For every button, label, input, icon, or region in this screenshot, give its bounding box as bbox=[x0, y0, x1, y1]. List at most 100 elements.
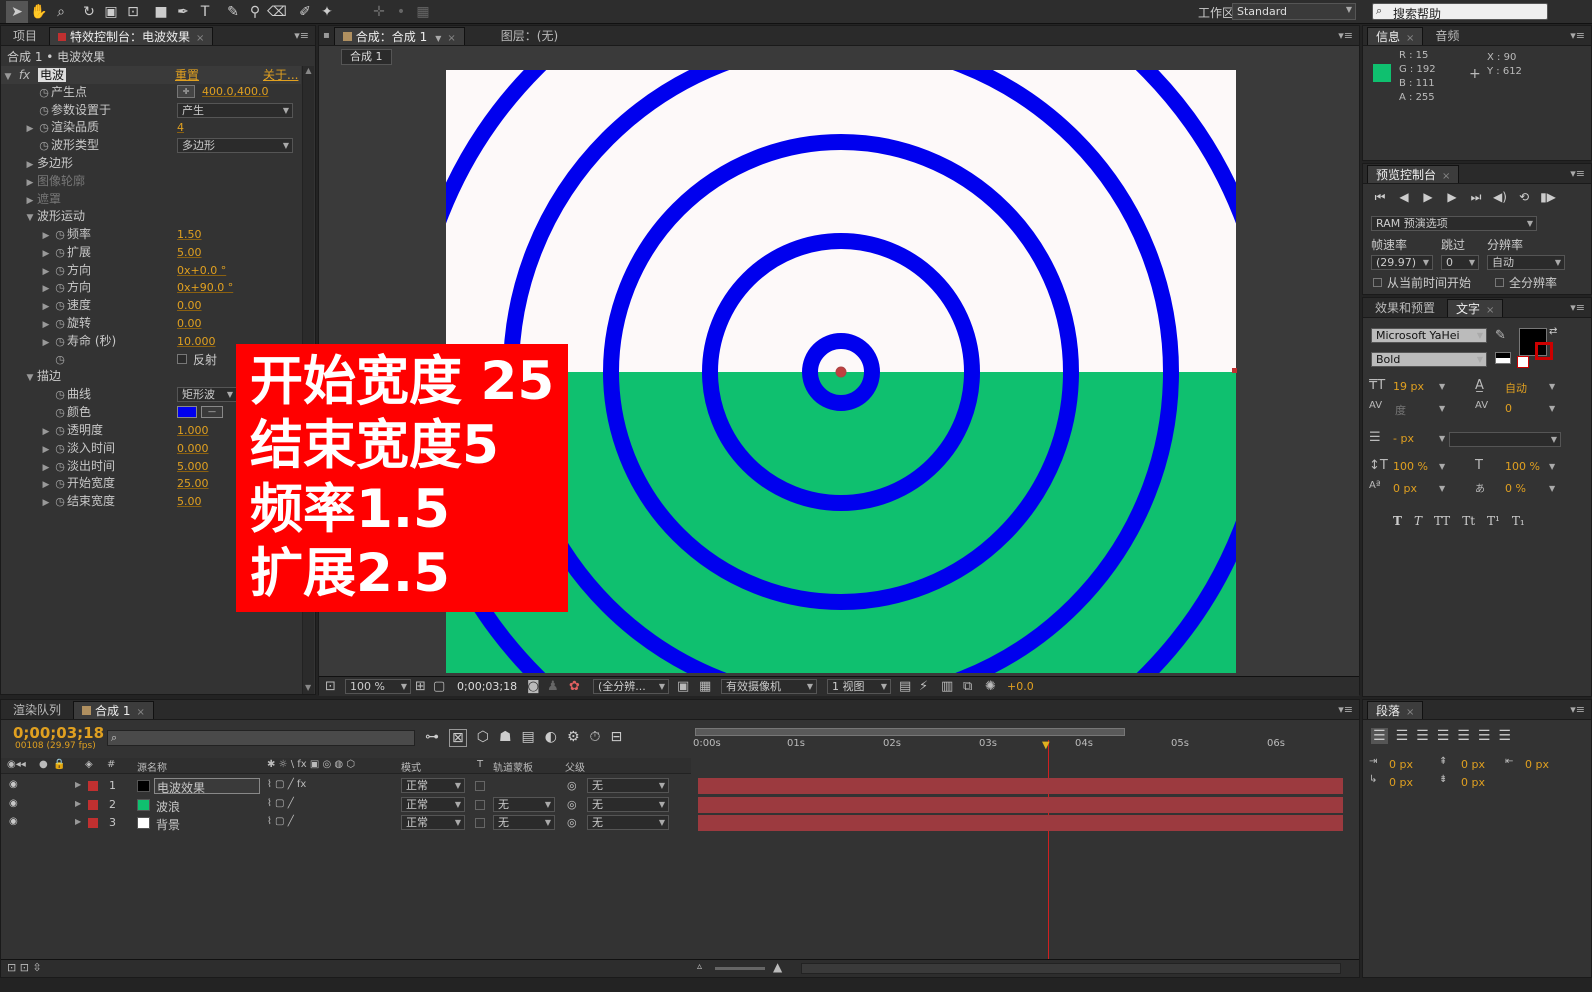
close-icon[interactable]: × bbox=[1406, 707, 1414, 718]
reflection-checkbox[interactable] bbox=[177, 354, 187, 364]
eyedropper-icon[interactable]: ✎ bbox=[1495, 328, 1506, 343]
stopwatch-icon[interactable]: ◷ bbox=[53, 333, 67, 351]
stroke-color-swatch[interactable] bbox=[1535, 342, 1553, 360]
tab-audio[interactable]: 音频 bbox=[1427, 27, 1467, 45]
chevron-down-icon[interactable]: ▼ bbox=[1439, 484, 1445, 493]
scroll-up-icon[interactable]: ▲ bbox=[303, 66, 314, 75]
font-family-select[interactable]: Microsoft YaHei bbox=[1371, 328, 1487, 343]
panel-menu-icon[interactable]: ▾≡ bbox=[1570, 301, 1585, 314]
first-line-indent-value[interactable]: 0 px bbox=[1389, 776, 1413, 789]
timeline-icon[interactable]: ▥ bbox=[941, 679, 953, 694]
reset-link[interactable]: 重置 bbox=[175, 66, 199, 84]
prev-frame-icon[interactable]: ◀ bbox=[1395, 190, 1413, 205]
snapshot-icon[interactable]: ◙ bbox=[527, 679, 540, 694]
space-before-value[interactable]: 0 px bbox=[1461, 758, 1485, 771]
fps-select[interactable]: (29.97) bbox=[1371, 255, 1433, 270]
color-swatch[interactable] bbox=[177, 406, 197, 418]
chevron-down-icon[interactable]: ▼ bbox=[1439, 434, 1445, 443]
pan-behind-tool-icon[interactable]: ⊡ bbox=[122, 1, 144, 23]
tab-effects-controls[interactable]: 特效控制台：电波效果 × bbox=[49, 26, 214, 45]
chevron-right-icon[interactable]: ▶ bbox=[75, 817, 81, 826]
layer-name[interactable]: 波浪 bbox=[156, 798, 180, 815]
graph-editor-icon[interactable]: ⊟ bbox=[610, 729, 622, 747]
preserve-transparency-checkbox[interactable] bbox=[475, 800, 485, 810]
stroke-style-select[interactable] bbox=[1449, 432, 1561, 447]
next-frame-icon[interactable]: ▶ bbox=[1443, 190, 1461, 205]
prop-wave-motion[interactable]: ▼ 波形运动 bbox=[1, 207, 85, 225]
stopwatch-icon[interactable]: ◷ bbox=[37, 137, 51, 155]
solo-icon[interactable]: ● bbox=[39, 759, 48, 770]
toggle-switches-icon[interactable]: ⊡ ⊡ ⇳ bbox=[7, 961, 42, 974]
baseline-shift-value[interactable]: 0 px bbox=[1393, 482, 1417, 495]
draft-3d-icon[interactable]: ⬡ bbox=[477, 729, 489, 747]
faux-bold-button[interactable]: T bbox=[1393, 514, 1402, 528]
zoom-out-icon[interactable]: ▵ bbox=[697, 961, 702, 972]
params-at-select[interactable]: 产生 bbox=[177, 103, 293, 118]
preserve-transparency-checkbox[interactable] bbox=[475, 818, 485, 828]
from-current-checkbox[interactable] bbox=[1373, 278, 1382, 287]
prop-value[interactable]: 5.00 bbox=[177, 246, 202, 259]
kerning-value[interactable]: 度 bbox=[1395, 402, 1406, 418]
label-color[interactable] bbox=[88, 818, 98, 828]
live-update-icon[interactable]: ⊠ bbox=[449, 729, 467, 747]
prop-value[interactable]: 400.0,400.0 bbox=[202, 85, 268, 98]
prop-mask[interactable]: ▶ 遮罩 bbox=[1, 190, 61, 208]
shy-icon[interactable]: ☗ bbox=[499, 729, 512, 747]
about-link[interactable]: 关于... bbox=[263, 66, 298, 84]
prop-value[interactable]: 4 bbox=[177, 121, 184, 134]
eyedropper-icon[interactable]: — bbox=[201, 406, 223, 418]
label-icon[interactable]: ◈ bbox=[85, 759, 93, 770]
justify-left-icon[interactable]: ☰ bbox=[1437, 728, 1450, 744]
layer-duration-bar[interactable] bbox=[698, 778, 1343, 794]
wave-type-select[interactable]: 多边形 bbox=[177, 138, 293, 153]
preserve-transparency-checkbox[interactable] bbox=[475, 781, 485, 791]
space-after-value[interactable]: 0 px bbox=[1461, 776, 1485, 789]
selection-tool-icon[interactable]: ➤ bbox=[6, 1, 28, 23]
font-size-value[interactable]: 19 px bbox=[1393, 380, 1424, 393]
stopwatch-icon[interactable]: ◷ bbox=[53, 226, 67, 244]
rotate-tool-icon[interactable]: ↻ bbox=[78, 1, 100, 23]
zoom-in-icon[interactable]: ▲ bbox=[773, 960, 782, 974]
small-caps-button[interactable]: Tt bbox=[1462, 514, 1475, 528]
stroke-width-value[interactable]: - px bbox=[1393, 432, 1414, 445]
horizontal-scale-value[interactable]: 100 % bbox=[1505, 460, 1540, 473]
panel-menu-icon[interactable]: ▾≡ bbox=[1338, 703, 1353, 716]
panel-menu-icon[interactable]: ▾≡ bbox=[1570, 167, 1585, 180]
layer-name[interactable]: 电波效果 bbox=[154, 778, 260, 795]
justify-all-icon[interactable]: ☰ bbox=[1498, 728, 1511, 744]
subscript-button[interactable]: T₁ bbox=[1512, 514, 1525, 528]
anchor-handle[interactable] bbox=[1232, 368, 1237, 373]
tab-render-queue[interactable]: 渲染队列 bbox=[5, 701, 69, 719]
swap-colors-icon[interactable]: ⇄ bbox=[1549, 326, 1557, 337]
align-left-icon[interactable]: ☰ bbox=[1371, 728, 1388, 744]
layer-search-input[interactable]: ⌕ bbox=[107, 730, 415, 746]
superscript-button[interactable]: T¹ bbox=[1487, 514, 1500, 528]
res-select[interactable]: 自动 bbox=[1487, 255, 1565, 270]
origin-point[interactable] bbox=[835, 366, 847, 378]
panel-menu-icon[interactable]: ▾≡ bbox=[1570, 703, 1585, 716]
toggle-pixel-icon[interactable]: ▤ bbox=[899, 679, 911, 694]
prop-value[interactable]: 5.000 bbox=[177, 460, 209, 473]
prop-value[interactable]: 0x+0.0 ° bbox=[177, 264, 226, 277]
time-ruler[interactable]: 0:00s 01s 02s 03s 04s 05s 06s bbox=[693, 728, 1341, 776]
col-source-name[interactable]: 源名称 bbox=[137, 759, 167, 774]
parent-pickwhip-icon[interactable]: ◎ bbox=[567, 816, 577, 829]
skip-select[interactable]: 0 bbox=[1441, 255, 1479, 270]
flowchart-icon[interactable]: ⧉ bbox=[963, 679, 972, 694]
align-center-icon[interactable]: ☰ bbox=[1396, 728, 1409, 744]
comp-subtab[interactable]: 合成 1 bbox=[341, 49, 392, 65]
layer-row[interactable]: ◉ ▶ 2 波浪 ⌇ ▢ ╱ 正常 无 ◎ 无 bbox=[1, 796, 691, 814]
stopwatch-icon[interactable]: ◷ bbox=[53, 297, 67, 315]
zoom-select[interactable]: 100 % bbox=[345, 679, 411, 694]
puppet-pin-tool-icon[interactable]: ✦ bbox=[316, 1, 338, 23]
font-style-select[interactable]: Bold bbox=[1371, 352, 1487, 367]
indent-right-value[interactable]: 0 px bbox=[1525, 758, 1549, 771]
close-icon[interactable]: × bbox=[136, 707, 144, 718]
tab-paragraph[interactable]: 段落 × bbox=[1367, 700, 1424, 719]
justify-right-icon[interactable]: ☰ bbox=[1478, 728, 1491, 744]
brainstorm-icon[interactable]: ⚙ bbox=[567, 729, 580, 747]
parent-select[interactable]: 无 bbox=[587, 778, 669, 793]
lock-icon[interactable]: 🔒 bbox=[53, 759, 65, 770]
stopwatch-icon[interactable]: ◷ bbox=[53, 440, 67, 458]
layer-row[interactable]: ◉ ▶ 3 背景 ⌇ ▢ ╱ 正常 无 ◎ 无 bbox=[1, 814, 691, 832]
